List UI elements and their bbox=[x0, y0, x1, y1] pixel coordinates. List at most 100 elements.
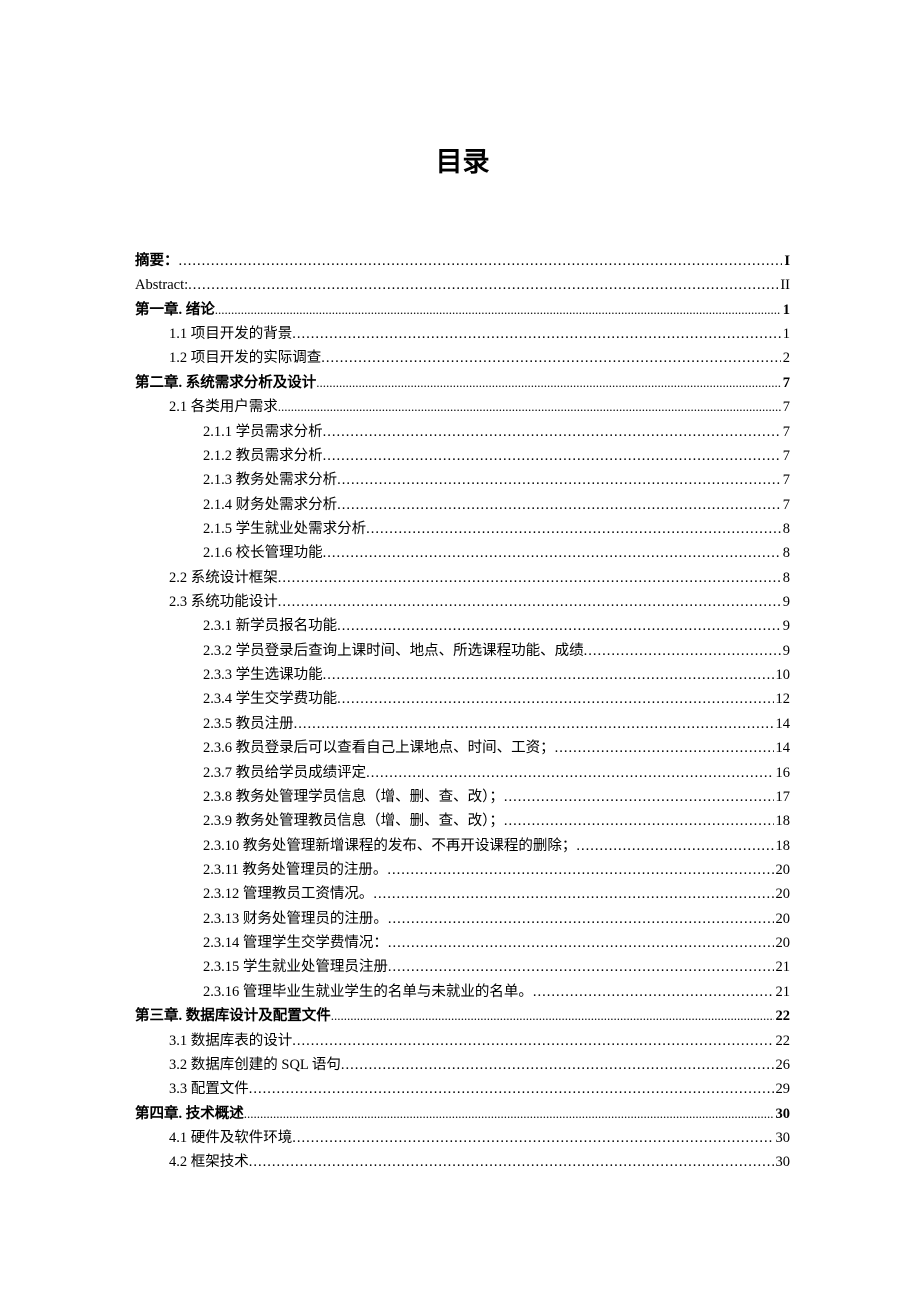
toc-entry: 第三章. 数据库设计及配置文件.........................… bbox=[135, 1004, 790, 1028]
toc-leader: ........................................… bbox=[388, 931, 774, 955]
toc-entry: 2.3.15 学生就业处管理员注册.......................… bbox=[135, 955, 790, 979]
toc-entry: 2.3.2 学员登录后查询上课时间、地点、所选课程功能、成绩..........… bbox=[135, 639, 790, 663]
toc-entry-page: 9 bbox=[781, 639, 790, 663]
toc-leader: ........................................… bbox=[504, 809, 774, 833]
toc-leader: ........................................… bbox=[533, 980, 774, 1004]
toc-entry-page: 20 bbox=[774, 907, 791, 931]
toc-entry: 1.2 项目开发的实际调查...........................… bbox=[135, 346, 790, 370]
toc-entry-label: 2.3.4 学生交学费功能 bbox=[203, 687, 337, 711]
toc-entry-label: 2.3 系统功能设计 bbox=[169, 590, 278, 614]
toc-entry-label: 第四章. 技术概述 bbox=[135, 1102, 244, 1126]
toc-entry-label: 2.2 系统设计框架 bbox=[169, 566, 278, 590]
toc-entry-label: 1.2 项目开发的实际调查 bbox=[169, 346, 321, 370]
table-of-contents: 摘要：.....................................… bbox=[135, 249, 790, 1175]
toc-leader: ........................................… bbox=[337, 493, 781, 517]
toc-entry-page: I bbox=[782, 249, 790, 273]
toc-leader: ........................................… bbox=[278, 396, 781, 418]
toc-entry: 2.3.14 管理学生交学费情况：.......................… bbox=[135, 931, 790, 955]
toc-entry-label: 4.2 框架技术 bbox=[169, 1150, 249, 1174]
toc-entry-label: 2.3.12 管理教员工资情况。 bbox=[203, 882, 373, 906]
toc-entry-label: 2.1 各类用户需求 bbox=[169, 395, 278, 419]
toc-entry: 1.1 项目开发的背景.............................… bbox=[135, 322, 790, 346]
toc-entry-label: 3.3 配置文件 bbox=[169, 1077, 249, 1101]
page-title: 目录 bbox=[135, 140, 790, 179]
document-page: 目录 摘要：..................................… bbox=[0, 0, 920, 1275]
toc-leader: ........................................… bbox=[337, 468, 781, 492]
toc-entry: 3.3 配置文件................................… bbox=[135, 1077, 790, 1101]
toc-entry: 3.2 数据库创建的 SQL 语句.......................… bbox=[135, 1053, 790, 1077]
toc-entry-page: 30 bbox=[774, 1150, 791, 1174]
toc-leader: ........................................… bbox=[504, 785, 774, 809]
toc-leader: ........................................… bbox=[584, 639, 781, 663]
toc-leader: ........................................… bbox=[576, 834, 773, 858]
toc-entry: 第四章. 技术概述...............................… bbox=[135, 1102, 790, 1126]
toc-entry-label: 第三章. 数据库设计及配置文件 bbox=[135, 1004, 331, 1028]
toc-leader: ........................................… bbox=[292, 1029, 773, 1053]
toc-entry-label: 2.1.2 教员需求分析 bbox=[203, 444, 323, 468]
toc-leader: ........................................… bbox=[341, 1053, 774, 1077]
toc-entry-label: 第一章. 绪论 bbox=[135, 298, 215, 322]
toc-entry-label: 2.3.6 教员登录后可以查看自己上课地点、时间、工资； bbox=[203, 736, 555, 760]
toc-leader: ........................................… bbox=[294, 712, 774, 736]
toc-leader: ........................................… bbox=[323, 420, 781, 444]
toc-entry-page: 14 bbox=[774, 736, 791, 760]
toc-entry-page: 20 bbox=[774, 931, 791, 955]
toc-leader: ........................................… bbox=[292, 322, 781, 346]
toc-entry-label: 4.1 硬件及软件环境 bbox=[169, 1126, 292, 1150]
toc-entry-label: Abstract: bbox=[135, 273, 188, 297]
toc-entry-page: 16 bbox=[774, 761, 791, 785]
toc-leader: ........................................… bbox=[555, 736, 774, 760]
toc-leader: ........................................… bbox=[278, 590, 781, 614]
toc-entry-label: 2.3.10 教务处管理新增课程的发布、不再开设课程的删除； bbox=[203, 834, 576, 858]
toc-leader: ........................................… bbox=[249, 1150, 774, 1174]
toc-entry-label: 2.3.16 管理毕业生就业学生的名单与未就业的名单。 bbox=[203, 980, 533, 1004]
toc-leader: ........................................… bbox=[179, 249, 783, 273]
toc-leader: ........................................… bbox=[323, 663, 774, 687]
toc-leader: ........................................… bbox=[249, 1077, 774, 1101]
toc-entry-page: 2 bbox=[781, 346, 790, 370]
toc-entry-label: 2.3.5 教员注册 bbox=[203, 712, 294, 736]
toc-leader: ........................................… bbox=[331, 1005, 774, 1027]
toc-entry-label: 摘要： bbox=[135, 249, 179, 273]
toc-entry-page: 22 bbox=[774, 1029, 791, 1053]
toc-entry-page: 14 bbox=[774, 712, 791, 736]
toc-entry-label: 2.3.9 教务处管理教员信息（增、删、查、改）； bbox=[203, 809, 504, 833]
toc-entry-page: 17 bbox=[774, 785, 791, 809]
toc-entry-page: 30 bbox=[774, 1126, 791, 1150]
toc-entry-page: 7 bbox=[781, 371, 790, 395]
toc-entry: 2.1.6 校长管理功能............................… bbox=[135, 541, 790, 565]
toc-entry-label: 2.3.7 教员给学员成绩评定 bbox=[203, 761, 366, 785]
toc-entry: 2.1 各类用户需求..............................… bbox=[135, 395, 790, 419]
toc-leader: ........................................… bbox=[366, 517, 781, 541]
toc-leader: ........................................… bbox=[337, 614, 781, 638]
toc-entry-page: II bbox=[778, 273, 790, 297]
toc-leader: ........................................… bbox=[388, 955, 774, 979]
toc-leader: ........................................… bbox=[244, 1103, 774, 1125]
toc-leader: ........................................… bbox=[188, 273, 778, 297]
toc-entry: 2.3.4 学生交学费功能...........................… bbox=[135, 687, 790, 711]
toc-entry: 2.3.1 新学员报名功能...........................… bbox=[135, 614, 790, 638]
toc-entry-label: 2.3.15 学生就业处管理员注册 bbox=[203, 955, 388, 979]
toc-entry: 2.3.8 教务处管理学员信息（增、删、查、改）；...............… bbox=[135, 785, 790, 809]
toc-entry-page: 9 bbox=[781, 590, 790, 614]
toc-entry-page: 7 bbox=[781, 395, 790, 419]
toc-entry: 摘要：.....................................… bbox=[135, 249, 790, 273]
toc-entry: 3.1 数据库表的设计.............................… bbox=[135, 1029, 790, 1053]
toc-entry: Abstract:...............................… bbox=[135, 273, 790, 297]
toc-leader: ........................................… bbox=[323, 541, 781, 565]
toc-entry-page: 26 bbox=[774, 1053, 791, 1077]
toc-entry-label: 2.3.3 学生选课功能 bbox=[203, 663, 323, 687]
toc-leader: ........................................… bbox=[321, 346, 781, 370]
toc-leader: ........................................… bbox=[373, 882, 773, 906]
toc-entry-page: 1 bbox=[781, 298, 790, 322]
toc-entry: 2.2 系统设计框架..............................… bbox=[135, 566, 790, 590]
toc-entry-label: 2.3.14 管理学生交学费情况： bbox=[203, 931, 388, 955]
toc-entry: 第一章. 绪论.................................… bbox=[135, 298, 790, 322]
toc-entry-label: 2.3.11 教务处管理员的注册。 bbox=[203, 858, 387, 882]
toc-leader: ........................................… bbox=[388, 907, 774, 931]
toc-entry-label: 2.3.2 学员登录后查询上课时间、地点、所选课程功能、成绩 bbox=[203, 639, 584, 663]
toc-entry: 2.3.12 管理教员工资情况。........................… bbox=[135, 882, 790, 906]
toc-entry: 2.3.16 管理毕业生就业学生的名单与未就业的名单。.............… bbox=[135, 980, 790, 1004]
toc-entry: 2.3.6 教员登录后可以查看自己上课地点、时间、工资；............… bbox=[135, 736, 790, 760]
toc-entry-page: 7 bbox=[781, 420, 790, 444]
